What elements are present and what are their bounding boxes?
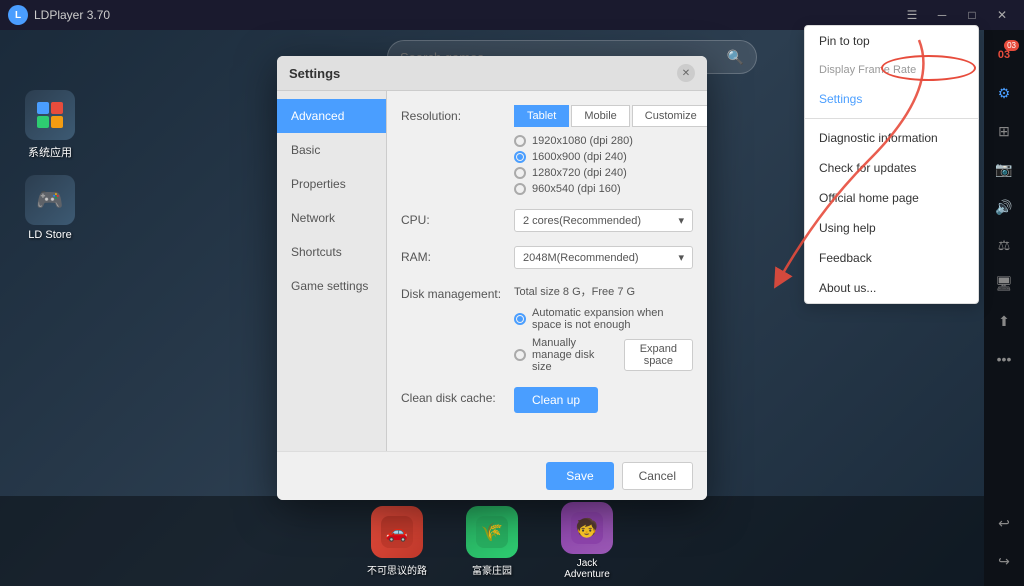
settings-modal: Settings ✕ Advanced Basic Properties Net…: [277, 56, 707, 500]
ram-value: 2048M(Recommended): [523, 252, 639, 264]
back-icon[interactable]: ↩: [987, 506, 1021, 540]
resolution-row: Resolution: Tablet Mobile Customize 1920: [401, 105, 693, 195]
disk-manual-row: Manually manage disk size Expand space: [514, 337, 693, 373]
res-option-2[interactable]: 1280x720 (dpi 240): [514, 167, 707, 179]
ram-label: RAM:: [401, 246, 506, 264]
context-menu: Pin to top Display Frame Rate Settings D…: [804, 25, 979, 304]
modal-footer: Save Cancel: [277, 451, 707, 500]
ctx-help[interactable]: Using help: [805, 213, 978, 243]
radio-1[interactable]: [514, 151, 526, 163]
cleanup-btn[interactable]: Clean up: [514, 387, 598, 413]
disk-row: Disk management: Total size 8 G，Free 7 G…: [401, 283, 693, 373]
clean-row: Clean disk cache: Clean up: [401, 387, 693, 413]
notification-badge: 03: [998, 49, 1010, 61]
cancel-btn[interactable]: Cancel: [622, 462, 693, 490]
desktop: L LDPlayer 3.70 ☰ ─ □ ✕ 🔍: [0, 0, 1024, 586]
tab-customize[interactable]: Customize: [632, 105, 707, 127]
nav-advanced[interactable]: Advanced: [277, 99, 386, 133]
save-btn[interactable]: Save: [546, 462, 613, 490]
screen-icon[interactable]: 🖥: [987, 266, 1021, 300]
apps-icon[interactable]: ⊞: [987, 114, 1021, 148]
forward-icon[interactable]: ↪: [987, 544, 1021, 578]
disk-option-manual[interactable]: Manually manage disk size: [514, 337, 616, 373]
res-label-2: 1280x720 (dpi 240): [532, 167, 627, 179]
radio-0[interactable]: [514, 135, 526, 147]
cpu-label: CPU:: [401, 209, 506, 227]
camera-icon[interactable]: 📷: [987, 152, 1021, 186]
more-icon[interactable]: •••: [987, 342, 1021, 376]
res-options: 1920x1080 (dpi 280) 1600x900 (dpi 240) 1…: [514, 135, 707, 195]
res-label-3: 960x540 (dpi 160): [532, 183, 621, 195]
modal-close-btn[interactable]: ✕: [677, 64, 695, 82]
modal-title: Settings: [289, 66, 340, 81]
radio-2[interactable]: [514, 167, 526, 179]
ctx-display-frame[interactable]: Display Frame Rate: [805, 56, 978, 84]
app-title: LDPlayer 3.70: [34, 8, 898, 22]
minimize-btn[interactable]: ─: [928, 4, 956, 26]
disk-control: Total size 8 G，Free 7 G Automatic expans…: [514, 283, 693, 373]
ram-dropdown[interactable]: 2048M(Recommended) ▾: [514, 246, 693, 269]
upload-icon[interactable]: ⬆: [987, 304, 1021, 338]
clean-control: Clean up: [514, 387, 693, 413]
cpu-chevron: ▾: [678, 214, 684, 227]
modal-titlebar: Settings ✕: [277, 56, 707, 91]
ram-chevron: ▾: [678, 251, 684, 264]
tab-tablet[interactable]: Tablet: [514, 105, 569, 127]
tab-mobile[interactable]: Mobile: [571, 105, 629, 127]
disk-option-auto[interactable]: Automatic expansion when space is not en…: [514, 307, 693, 331]
ctx-feedback[interactable]: Feedback: [805, 243, 978, 273]
ctx-check-updates[interactable]: Check for updates: [805, 153, 978, 183]
cpu-dropdown[interactable]: 2 cores(Recommended) ▾: [514, 209, 693, 232]
nav-network[interactable]: Network: [277, 201, 386, 235]
modal-nav: Advanced Basic Properties Network Shortc…: [277, 91, 387, 451]
nav-game-settings[interactable]: Game settings: [277, 269, 386, 303]
cpu-value: 2 cores(Recommended): [523, 215, 641, 227]
cpu-row: CPU: 2 cores(Recommended) ▾: [401, 209, 693, 232]
nav-properties[interactable]: Properties: [277, 167, 386, 201]
gear-icon[interactable]: ⚙: [987, 76, 1021, 110]
restore-btn[interactable]: □: [958, 4, 986, 26]
res-label-1: 1600x900 (dpi 240): [532, 151, 627, 163]
disk-total-text: Total size 8 G，Free 7 G: [514, 283, 693, 299]
close-btn[interactable]: ✕: [988, 4, 1016, 26]
ctx-about[interactable]: About us...: [805, 273, 978, 303]
nav-shortcuts[interactable]: Shortcuts: [277, 235, 386, 269]
disk-manual-label: Manually manage disk size: [532, 337, 616, 373]
res-option-0[interactable]: 1920x1080 (dpi 280): [514, 135, 707, 147]
res-label-0: 1920x1080 (dpi 280): [532, 135, 633, 147]
ram-control: 2048M(Recommended) ▾: [514, 246, 693, 269]
ram-row: RAM: 2048M(Recommended) ▾: [401, 246, 693, 269]
disk-radio-manual[interactable]: [514, 349, 526, 361]
expand-space-btn[interactable]: Expand space: [624, 339, 693, 371]
disk-radio-auto[interactable]: [514, 313, 526, 325]
resolution-control: Tablet Mobile Customize 1920x1080 (dpi 2…: [514, 105, 707, 195]
clean-label: Clean disk cache:: [401, 387, 506, 405]
disk-label: Disk management:: [401, 283, 506, 301]
ctx-pin[interactable]: Pin to top: [805, 26, 978, 56]
menu-btn[interactable]: ☰: [898, 4, 926, 26]
res-option-3[interactable]: 960x540 (dpi 160): [514, 183, 707, 195]
ctx-diagnostic[interactable]: Diagnostic information: [805, 123, 978, 153]
notification-icon[interactable]: 03: [987, 38, 1021, 72]
settings-content: Resolution: Tablet Mobile Customize 1920: [387, 91, 707, 451]
modal-body: Advanced Basic Properties Network Shortc…: [277, 91, 707, 451]
res-tabs: Tablet Mobile Customize: [514, 105, 707, 127]
ctx-official[interactable]: Official home page: [805, 183, 978, 213]
resolution-label: Resolution:: [401, 105, 506, 123]
nav-basic[interactable]: Basic: [277, 133, 386, 167]
window-controls: ☰ ─ □ ✕: [898, 4, 1016, 26]
scale-icon[interactable]: ⚖: [987, 228, 1021, 262]
res-option-1[interactable]: 1600x900 (dpi 240): [514, 151, 707, 163]
volume-icon[interactable]: 🔊: [987, 190, 1021, 224]
radio-3[interactable]: [514, 183, 526, 195]
disk-auto-label: Automatic expansion when space is not en…: [532, 307, 693, 331]
ctx-settings[interactable]: Settings: [805, 84, 978, 114]
right-sidebar: 03 ⚙ ⊞ 📷 🔊 ⚖ 🖥 ⬆ ••• ↩ ↪: [984, 30, 1024, 586]
app-logo: L: [8, 5, 28, 25]
cpu-control: 2 cores(Recommended) ▾: [514, 209, 693, 232]
